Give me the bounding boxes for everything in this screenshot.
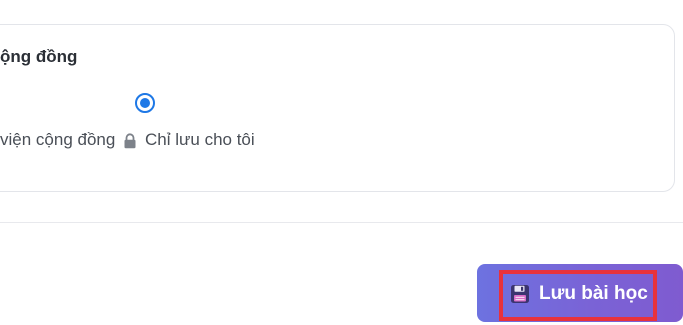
- page: ộng đồng viện cộng đồng Chỉ lưu cho tôi …: [0, 0, 683, 325]
- option-private-label[interactable]: Chỉ lưu cho tôi: [145, 130, 255, 150]
- visibility-radio-private[interactable]: [135, 93, 155, 113]
- save-lesson-label: Lưu bài học: [539, 283, 648, 304]
- visibility-card: [0, 24, 675, 192]
- divider: [0, 222, 683, 223]
- section-title: ộng đồng: [0, 47, 78, 66]
- floppy-disk-icon: [511, 285, 529, 303]
- option-public-label[interactable]: viện cộng đồng: [0, 130, 115, 150]
- lock-icon: [124, 133, 136, 149]
- radio-selected-dot: [140, 98, 150, 108]
